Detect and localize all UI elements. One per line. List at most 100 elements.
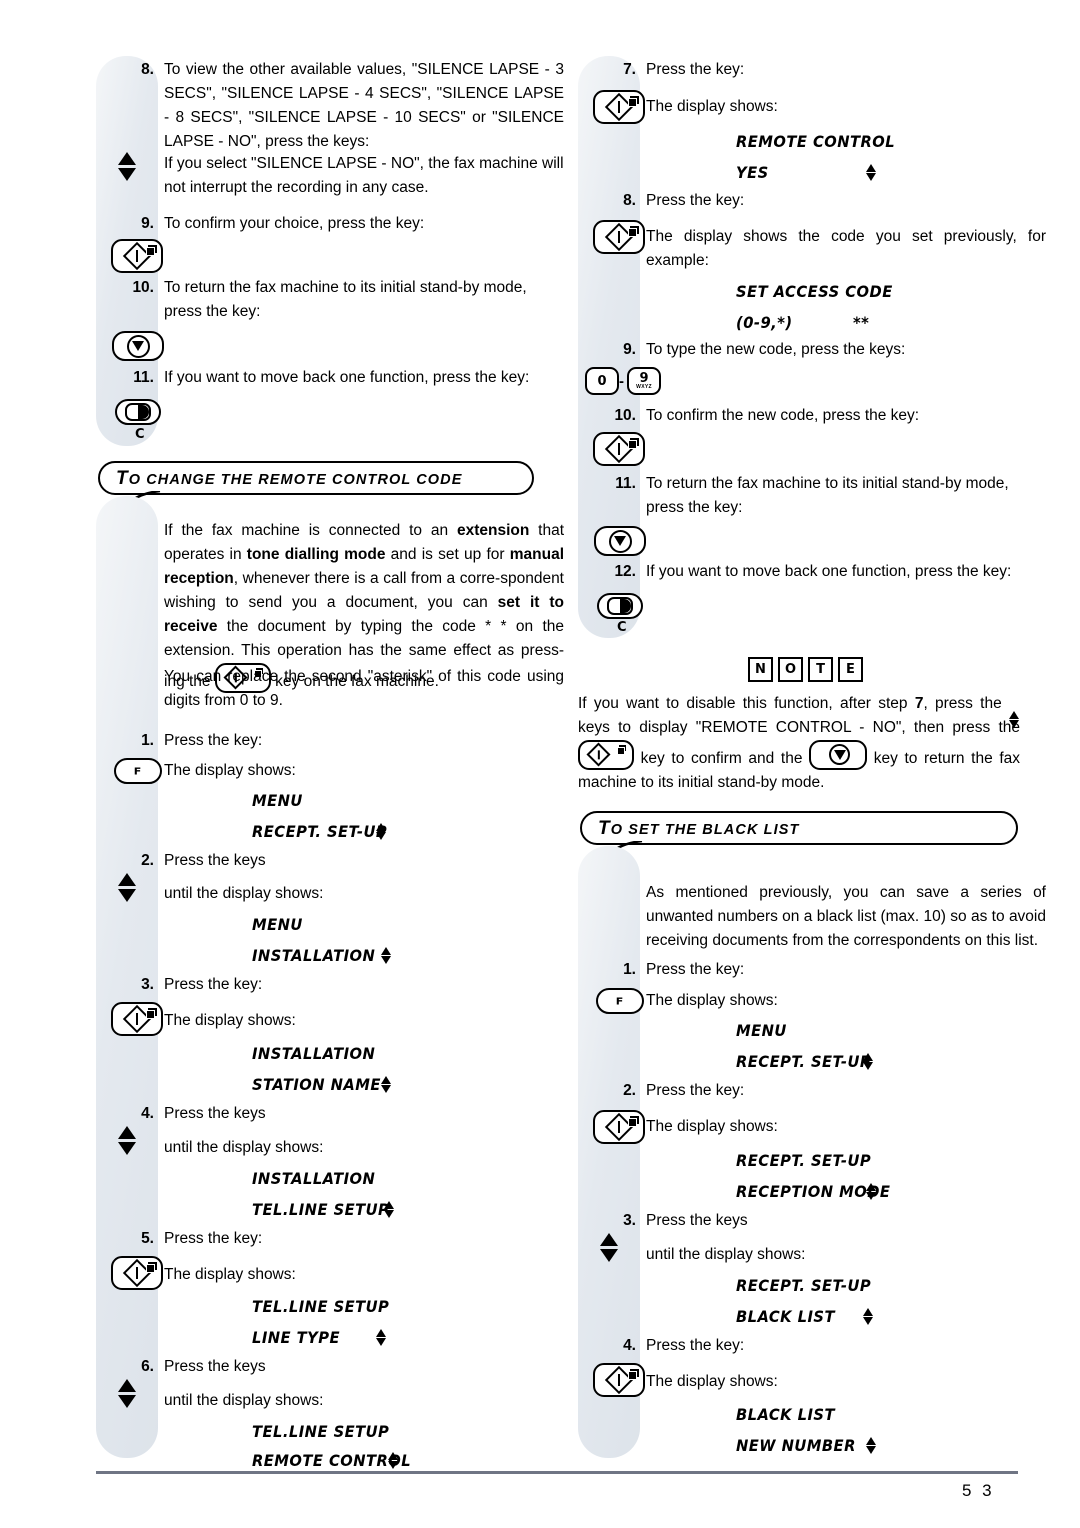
note-letter-o: O — [778, 657, 803, 682]
step-text: If you want to move back one function, p… — [164, 369, 530, 386]
step-text: until the display shows: — [164, 1139, 324, 1156]
lcd-line-2: RECEPT. SET-UP — [252, 822, 388, 841]
function-key[interactable]: F — [114, 758, 162, 784]
lcd-line-1: SET ACCESS CODE — [736, 282, 893, 301]
step-text: Press the key: — [646, 961, 745, 978]
stop-icon — [829, 744, 851, 765]
lcd-line-2-extra: ** — [853, 313, 870, 332]
step-text: The display shows: — [646, 992, 778, 1009]
section-header-remote-control-code: TO CHANGE THE REMOTE CONTROL CODE — [98, 461, 534, 532]
step-text: Press the keys — [164, 1358, 266, 1375]
step-number: 6. — [141, 1358, 154, 1375]
lcd-line-1: BLACK LIST — [736, 1405, 835, 1424]
step-text: Press the key: — [164, 976, 263, 993]
step-text: until the display shows: — [164, 885, 324, 902]
start-confirm-key[interactable] — [593, 1110, 645, 1144]
cancel-key-label: C — [617, 620, 627, 635]
lcd-line-2: BLACK LIST — [736, 1307, 835, 1326]
document-copy-icon — [628, 226, 639, 237]
step-number: 4. — [623, 1337, 636, 1354]
digit-key-9[interactable]: 9 WXYZ — [627, 367, 661, 395]
start-confirm-key[interactable] — [593, 1363, 645, 1397]
step-text: The display shows: — [646, 1118, 778, 1135]
lcd-line-2: TEL.LINE SETUP — [252, 1200, 390, 1219]
lcd-line-1: MENU — [252, 915, 303, 934]
lcd-line-1: INSTALLATION — [252, 1169, 376, 1188]
lcd-line-2: RECEPT. SET-UP — [736, 1052, 872, 1071]
start-confirm-key[interactable] — [111, 239, 163, 273]
step-text: If you want to move back one function, p… — [646, 563, 1012, 580]
step-number: 3. — [623, 1212, 636, 1229]
document-copy-icon — [146, 245, 157, 256]
step-number: 4. — [141, 1105, 154, 1122]
document-copy-icon — [617, 745, 626, 755]
lcd-line-1: TEL.LINE SETUP — [252, 1422, 390, 1441]
note-letter-e: E — [838, 657, 863, 682]
lcd-line-1: INSTALLATION — [252, 1044, 376, 1063]
start-confirm-key[interactable] — [593, 432, 645, 466]
start-confirm-key[interactable] — [111, 1002, 163, 1036]
page-number: 5 3 — [962, 1481, 995, 1500]
start-confirm-key[interactable] — [111, 1256, 163, 1290]
step-text: To confirm the new code, press the key: — [646, 407, 920, 424]
diamond-start-icon — [586, 742, 611, 767]
inline-stop-key[interactable] — [809, 740, 868, 770]
step-text: until the display shows: — [164, 1392, 324, 1409]
step-number: 1. — [623, 961, 636, 978]
step-number: 10. — [132, 279, 154, 296]
cancel-icon — [607, 597, 633, 615]
note-badge: N O T E — [748, 657, 863, 682]
lcd-line-2: NEW NUMBER — [736, 1436, 856, 1455]
document-copy-icon — [628, 1116, 639, 1127]
start-confirm-key[interactable] — [593, 220, 645, 254]
stop-icon — [126, 334, 150, 358]
step-text: Press the keys — [164, 1105, 266, 1122]
step-number: 3. — [141, 976, 154, 993]
step-text: Press the key: — [164, 1230, 263, 1247]
step-text: Press the key: — [164, 732, 263, 749]
note-paragraph: If you want to disable this function, af… — [578, 695, 1021, 791]
start-confirm-key[interactable] — [593, 90, 645, 124]
note-letter-t: T — [808, 657, 833, 682]
step-text: To return the fax machine to its initial… — [164, 279, 527, 320]
lcd-line-1: REMOTE CONTROL — [736, 132, 896, 151]
step-text: Press the key: — [646, 61, 745, 78]
digit-key-0[interactable]: 0 — [585, 367, 619, 395]
step-text: The display shows: — [164, 762, 296, 779]
lcd-line-2: INSTALLATION — [252, 946, 376, 965]
cancel-key[interactable] — [597, 593, 643, 619]
step-number: 8. — [623, 192, 636, 209]
document-copy-icon — [628, 438, 639, 449]
step-text: To confirm your choice, press the key: — [164, 215, 425, 232]
intro-paragraph-2: You can replace the second "asterisk" of… — [164, 668, 564, 709]
cancel-icon — [125, 403, 151, 421]
document-copy-icon — [146, 1262, 157, 1273]
lcd-line-1: RECEPT. SET-UP — [736, 1276, 872, 1295]
document-copy-icon — [628, 96, 639, 107]
lcd-line-1: RECEPT. SET-UP — [736, 1151, 872, 1170]
cancel-key[interactable] — [115, 399, 161, 425]
step-text: Press the key: — [646, 192, 745, 209]
lcd-line-1: MENU — [252, 791, 303, 810]
stop-key[interactable] — [594, 526, 646, 556]
function-key[interactable]: F — [596, 988, 644, 1014]
step-text: Press the keys — [164, 852, 266, 869]
right-column: 7. Press the key: The display shows: REM… — [578, 0, 1048, 1528]
stop-key[interactable] — [112, 331, 164, 361]
step-number: 5. — [141, 1230, 154, 1247]
lcd-line-2: LINE TYPE — [252, 1328, 341, 1347]
left-column: 8. To view the other available values, "… — [96, 0, 566, 1528]
footer-rule — [96, 1471, 1018, 1474]
function-key-label: F — [133, 765, 143, 777]
section-title: TO CHANGE THE REMOTE CONTROL CODE — [116, 468, 463, 489]
step-number: 11. — [615, 475, 636, 492]
step-text: Press the key: — [646, 1082, 745, 1099]
lcd-line-2: STATION NAME — [252, 1075, 381, 1094]
document-copy-icon — [628, 1369, 639, 1380]
step-text: The display shows: — [164, 1266, 296, 1283]
step-number: 12. — [614, 563, 636, 580]
step-number: 9. — [623, 341, 636, 358]
inline-start-key[interactable] — [578, 740, 634, 770]
digit-key-0-label: 0 — [597, 373, 607, 389]
note-letter-n: N — [748, 657, 773, 682]
